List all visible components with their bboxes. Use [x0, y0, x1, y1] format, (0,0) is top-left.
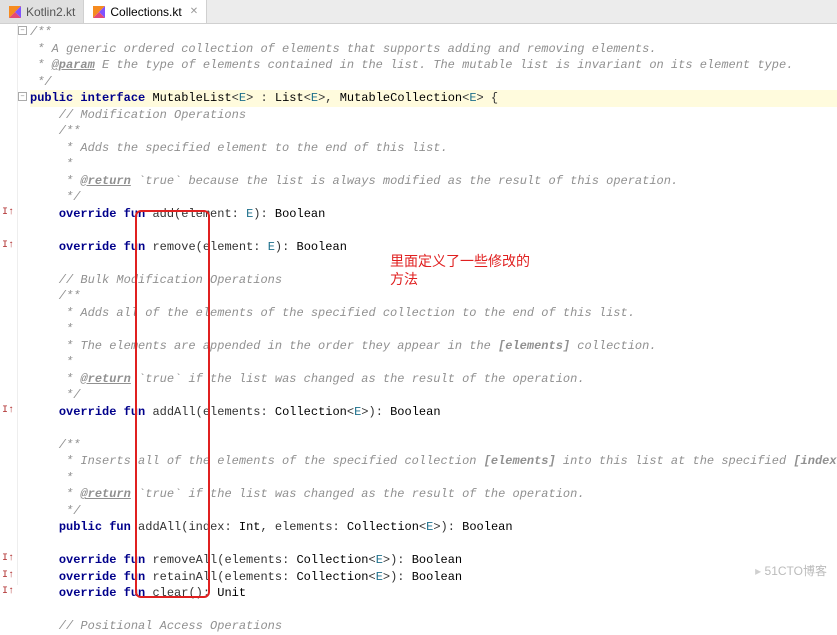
code-line: */: [30, 387, 837, 404]
code-line: */: [30, 74, 837, 91]
code-line: * @param E the type of elements containe…: [30, 57, 837, 74]
code-line: /**: [30, 24, 837, 41]
code-line: * Adds the specified element to the end …: [30, 140, 837, 157]
code-line: * @return `true` if the list was changed…: [30, 486, 837, 503]
code-line: */: [30, 189, 837, 206]
implements-gutter-icon[interactable]: I↑: [2, 406, 14, 416]
code-line: override fun removeAll(elements: Collect…: [30, 552, 837, 569]
code-line: * @return `true` if the list was changed…: [30, 371, 837, 388]
implements-gutter-icon[interactable]: I↑: [2, 587, 14, 597]
implements-gutter-icon[interactable]: I↑: [2, 208, 14, 218]
code-line: *: [30, 470, 837, 487]
code-line: // Bulk Modification Operations: [30, 272, 837, 289]
editor[interactable]: I↑I↑I↑I↑I↑I↑ – – /** * A generic ordered…: [0, 24, 837, 585]
kotlin-file-icon: [92, 5, 106, 19]
code-line: /**: [30, 288, 837, 305]
code-line: [30, 602, 837, 619]
code-line: [30, 222, 837, 239]
code-line: *: [30, 321, 837, 338]
implements-gutter-icon[interactable]: I↑: [2, 571, 14, 581]
tab-label: Kotlin2.kt: [26, 5, 75, 19]
code-line: override fun retainAll(elements: Collect…: [30, 569, 837, 586]
code-line: public fun addAll(index: Int, elements: …: [30, 519, 837, 536]
code-line: [30, 255, 837, 272]
tab-bar: Kotlin2.kt Collections.kt ✕: [0, 0, 837, 24]
code-area[interactable]: /** * A generic ordered collection of el…: [28, 24, 837, 585]
code-line: // Modification Operations: [30, 107, 837, 124]
code-line: * Inserts all of the elements of the spe…: [30, 453, 837, 470]
code-line: * Adds all of the elements of the specif…: [30, 305, 837, 322]
code-line: override fun remove(element: E): Boolean: [30, 239, 837, 256]
close-icon[interactable]: ✕: [190, 6, 198, 17]
fold-toggle-icon[interactable]: –: [18, 26, 27, 35]
code-line: /**: [30, 437, 837, 454]
code-line: override fun clear(): Unit: [30, 585, 837, 602]
code-line: override fun addAll(elements: Collection…: [30, 404, 837, 421]
tab-kotlin2[interactable]: Kotlin2.kt: [0, 0, 84, 23]
code-line: // Positional Access Operations: [30, 618, 837, 635]
code-line: [30, 420, 837, 437]
code-line: override fun add(element: E): Boolean: [30, 206, 837, 223]
code-line: * A generic ordered collection of elemen…: [30, 41, 837, 58]
tab-label: Collections.kt: [110, 5, 181, 19]
kotlin-file-icon: [8, 5, 22, 19]
tab-collections[interactable]: Collections.kt ✕: [84, 0, 207, 23]
implements-gutter-icon[interactable]: I↑: [2, 241, 14, 251]
code-line: *: [30, 156, 837, 173]
implements-gutter-icon[interactable]: I↑: [2, 554, 14, 564]
code-line: * @return `true` because the list is alw…: [30, 173, 837, 190]
code-line: */: [30, 503, 837, 520]
code-line: * The elements are appended in the order…: [30, 338, 837, 355]
fold-toggle-icon[interactable]: –: [18, 92, 27, 101]
fold-bar: – –: [18, 24, 28, 585]
gutter: I↑I↑I↑I↑I↑I↑: [0, 24, 18, 585]
code-line: *: [30, 354, 837, 371]
code-line: [30, 536, 837, 553]
code-line: /**: [30, 123, 837, 140]
code-line: public interface MutableList<E> : List<E…: [30, 90, 837, 107]
